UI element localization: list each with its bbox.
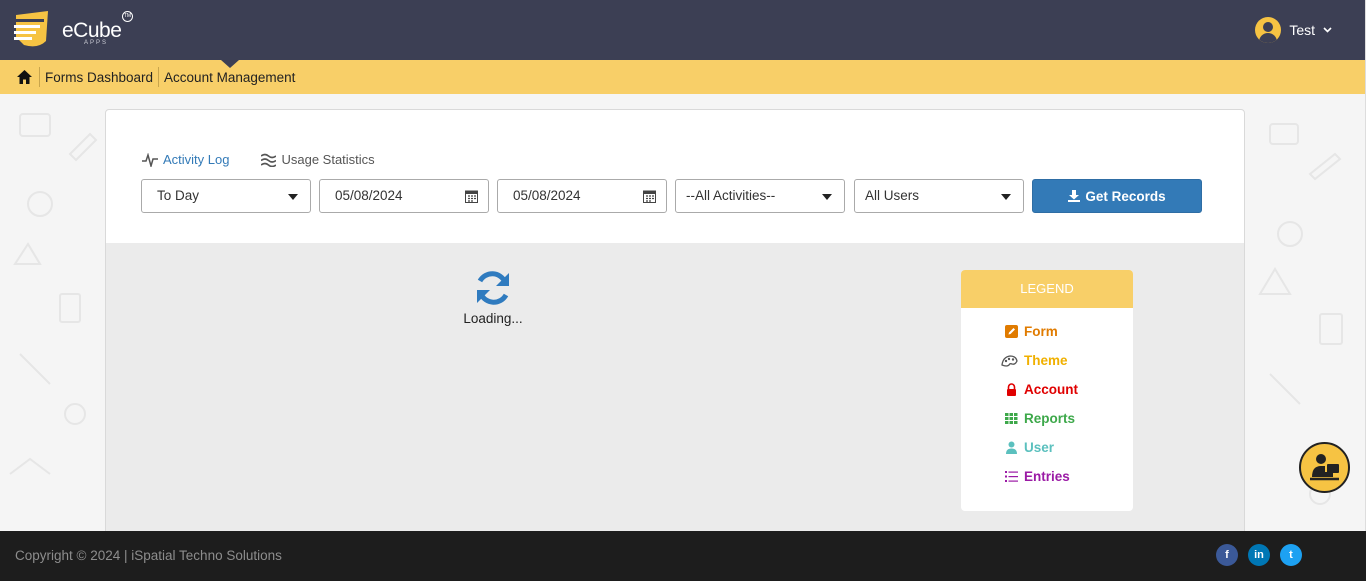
activity-value: --All Activities--	[686, 188, 776, 203]
legend-title: LEGEND	[961, 270, 1133, 308]
theme-icon	[1001, 355, 1018, 367]
trademark-badge: TM	[122, 11, 133, 22]
user-name: Test	[1289, 22, 1315, 38]
help-assistant-button[interactable]	[1299, 442, 1350, 493]
caret-down-icon	[1001, 194, 1011, 200]
caret-down-icon	[822, 194, 832, 200]
users-select[interactable]: All Users	[854, 179, 1024, 213]
form-icon	[1005, 325, 1018, 338]
breadcrumb-divider	[39, 67, 40, 87]
users-value: All Users	[865, 188, 920, 203]
brand-sub: APPS	[84, 40, 109, 46]
home-icon[interactable]	[16, 69, 33, 85]
copyright-text: Copyright © 2024 | iSpatial Techno Solut…	[15, 548, 282, 563]
get-records-label: Get Records	[1085, 188, 1166, 204]
loading-text: Loading...	[463, 311, 523, 326]
avatar-icon	[1255, 17, 1282, 43]
tab-label: Usage Statistics	[281, 152, 375, 167]
period-select[interactable]: To Day	[141, 179, 311, 213]
legend-item-theme: Theme	[961, 346, 1133, 375]
page-footer: Copyright © 2024 | iSpatial Techno Solut…	[0, 531, 1366, 581]
legend-item-entries: Entries	[961, 462, 1133, 491]
from-date-value: 05/08/2024	[335, 188, 403, 203]
download-icon	[1068, 190, 1081, 202]
legend-item-reports: Reports	[961, 404, 1133, 433]
refresh-icon	[477, 271, 509, 305]
facebook-icon[interactable]: f	[1216, 544, 1238, 566]
legend-label: User	[1024, 440, 1055, 455]
to-date-input[interactable]: 05/08/2024	[497, 179, 667, 213]
get-records-button[interactable]: Get Records	[1032, 179, 1202, 213]
legend-label: Form	[1024, 324, 1058, 339]
list-icon	[1005, 471, 1018, 482]
caret-down-icon	[288, 194, 298, 200]
activity-select[interactable]: --All Activities--	[675, 179, 845, 213]
user-menu[interactable]: Test	[1255, 16, 1332, 44]
legend-list: Form Theme Account Reports User Entries	[961, 308, 1133, 491]
user-icon	[1006, 441, 1017, 454]
lock-icon	[1007, 383, 1016, 396]
tab-usage-statistics[interactable]: Usage Statistics	[261, 152, 375, 167]
legend-label: Reports	[1024, 411, 1076, 426]
legend-label: Entries	[1024, 469, 1070, 484]
period-value: To Day	[157, 188, 200, 203]
from-date-input[interactable]: 05/08/2024	[319, 179, 489, 213]
calendar-icon[interactable]	[643, 189, 656, 203]
legend-panel: LEGEND Form Theme Account Reports User E…	[961, 270, 1133, 511]
tab-label: Activity Log	[163, 152, 230, 167]
social-links: f in t	[1216, 544, 1302, 566]
chevron-down-icon	[1323, 27, 1332, 33]
activity-icon	[142, 152, 158, 167]
legend-item-form: Form	[961, 317, 1133, 346]
breadcrumb-divider	[158, 67, 160, 87]
logo-mark-icon	[14, 11, 48, 47]
loading-indicator: Loading...	[462, 270, 524, 326]
tab-activity-log[interactable]: Activity Log	[142, 152, 229, 167]
top-header: eCube APPS TM Test	[0, 0, 1366, 60]
legend-label: Account	[1024, 382, 1078, 397]
activity-panel: Activity Log Usage Statistics To Day 05/…	[105, 109, 1245, 539]
stats-icon	[261, 153, 277, 167]
twitter-icon[interactable]: t	[1280, 544, 1302, 566]
ecube-logo[interactable]: eCube APPS TM	[10, 7, 140, 53]
breadcrumb: Forms Dashboard Account Management	[16, 66, 295, 88]
calendar-icon[interactable]	[465, 189, 478, 203]
legend-item-account: Account	[961, 375, 1133, 404]
grid-icon	[1005, 413, 1018, 424]
to-date-value: 05/08/2024	[513, 188, 581, 203]
breadcrumb-account-management[interactable]: Account Management	[164, 70, 295, 85]
legend-item-user: User	[961, 433, 1133, 462]
linkedin-icon[interactable]: in	[1248, 544, 1270, 566]
panel-tabs: Activity Log Usage Statistics	[142, 152, 375, 167]
legend-label: Theme	[1024, 353, 1068, 368]
breadcrumb-forms-dashboard[interactable]: Forms Dashboard	[45, 70, 153, 85]
assistant-icon	[1310, 454, 1339, 481]
